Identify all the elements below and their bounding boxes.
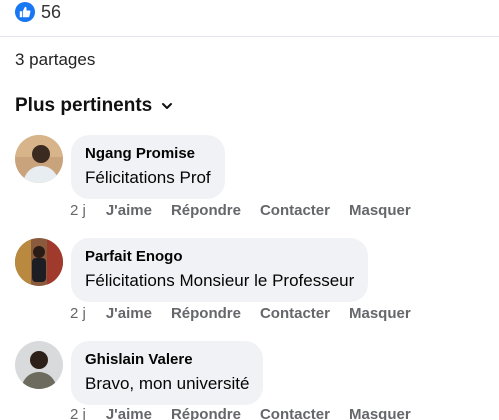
hide-button[interactable]: Masquer (349, 305, 411, 322)
hide-button[interactable]: Masquer (349, 202, 411, 219)
sort-label: Plus pertinents (15, 95, 153, 116)
comment-time[interactable]: 2 j (70, 406, 86, 420)
comment-text: Félicitations Prof (85, 168, 211, 187)
shares-count[interactable]: 3 partages (15, 50, 95, 70)
divider (0, 36, 499, 37)
reactions-summary[interactable]: 56 (15, 0, 61, 24)
comment-actions: 2 j J'aime Répondre Contacter Masquer (70, 406, 430, 420)
contact-button[interactable]: Contacter (260, 305, 330, 322)
thumbs-up-icon (15, 2, 35, 22)
contact-button[interactable]: Contacter (260, 202, 330, 219)
reply-button[interactable]: Répondre (171, 406, 241, 420)
avatar[interactable] (15, 135, 63, 183)
like-button[interactable]: J'aime (106, 202, 152, 219)
avatar[interactable] (15, 238, 63, 286)
hide-button[interactable]: Masquer (349, 406, 411, 420)
comment-time[interactable]: 2 j (70, 202, 86, 219)
comment-sort-dropdown[interactable]: Plus pertinents (15, 95, 174, 117)
comment-actions: 2 j J'aime Répondre Contacter Masquer (70, 202, 430, 219)
contact-button[interactable]: Contacter (260, 406, 330, 420)
comment-author[interactable]: Ghislain Valere (85, 350, 249, 369)
chevron-down-icon (162, 103, 173, 109)
comment-author[interactable]: Parfait Enogo (85, 247, 354, 266)
comment-text: Félicitations Monsieur le Professeur (85, 271, 355, 290)
comment-author[interactable]: Ngang Promise (85, 144, 211, 163)
reply-button[interactable]: Répondre (171, 305, 241, 322)
comment-actions: 2 j J'aime Répondre Contacter Masquer (70, 305, 430, 322)
comment-text: Bravo, mon université (85, 374, 250, 393)
comment-bubble: Ghislain Valere Bravo, mon université (71, 341, 264, 405)
reaction-count: 56 (41, 1, 62, 22)
comment-time[interactable]: 2 j (70, 305, 86, 322)
comment-bubble: Ngang Promise Félicitations Prof (71, 135, 225, 199)
comment-bubble: Parfait Enogo Félicitations Monsieur le … (71, 238, 369, 302)
reply-button[interactable]: Répondre (171, 202, 241, 219)
avatar[interactable] (15, 341, 63, 389)
like-button[interactable]: J'aime (106, 305, 152, 322)
like-button[interactable]: J'aime (106, 406, 152, 420)
